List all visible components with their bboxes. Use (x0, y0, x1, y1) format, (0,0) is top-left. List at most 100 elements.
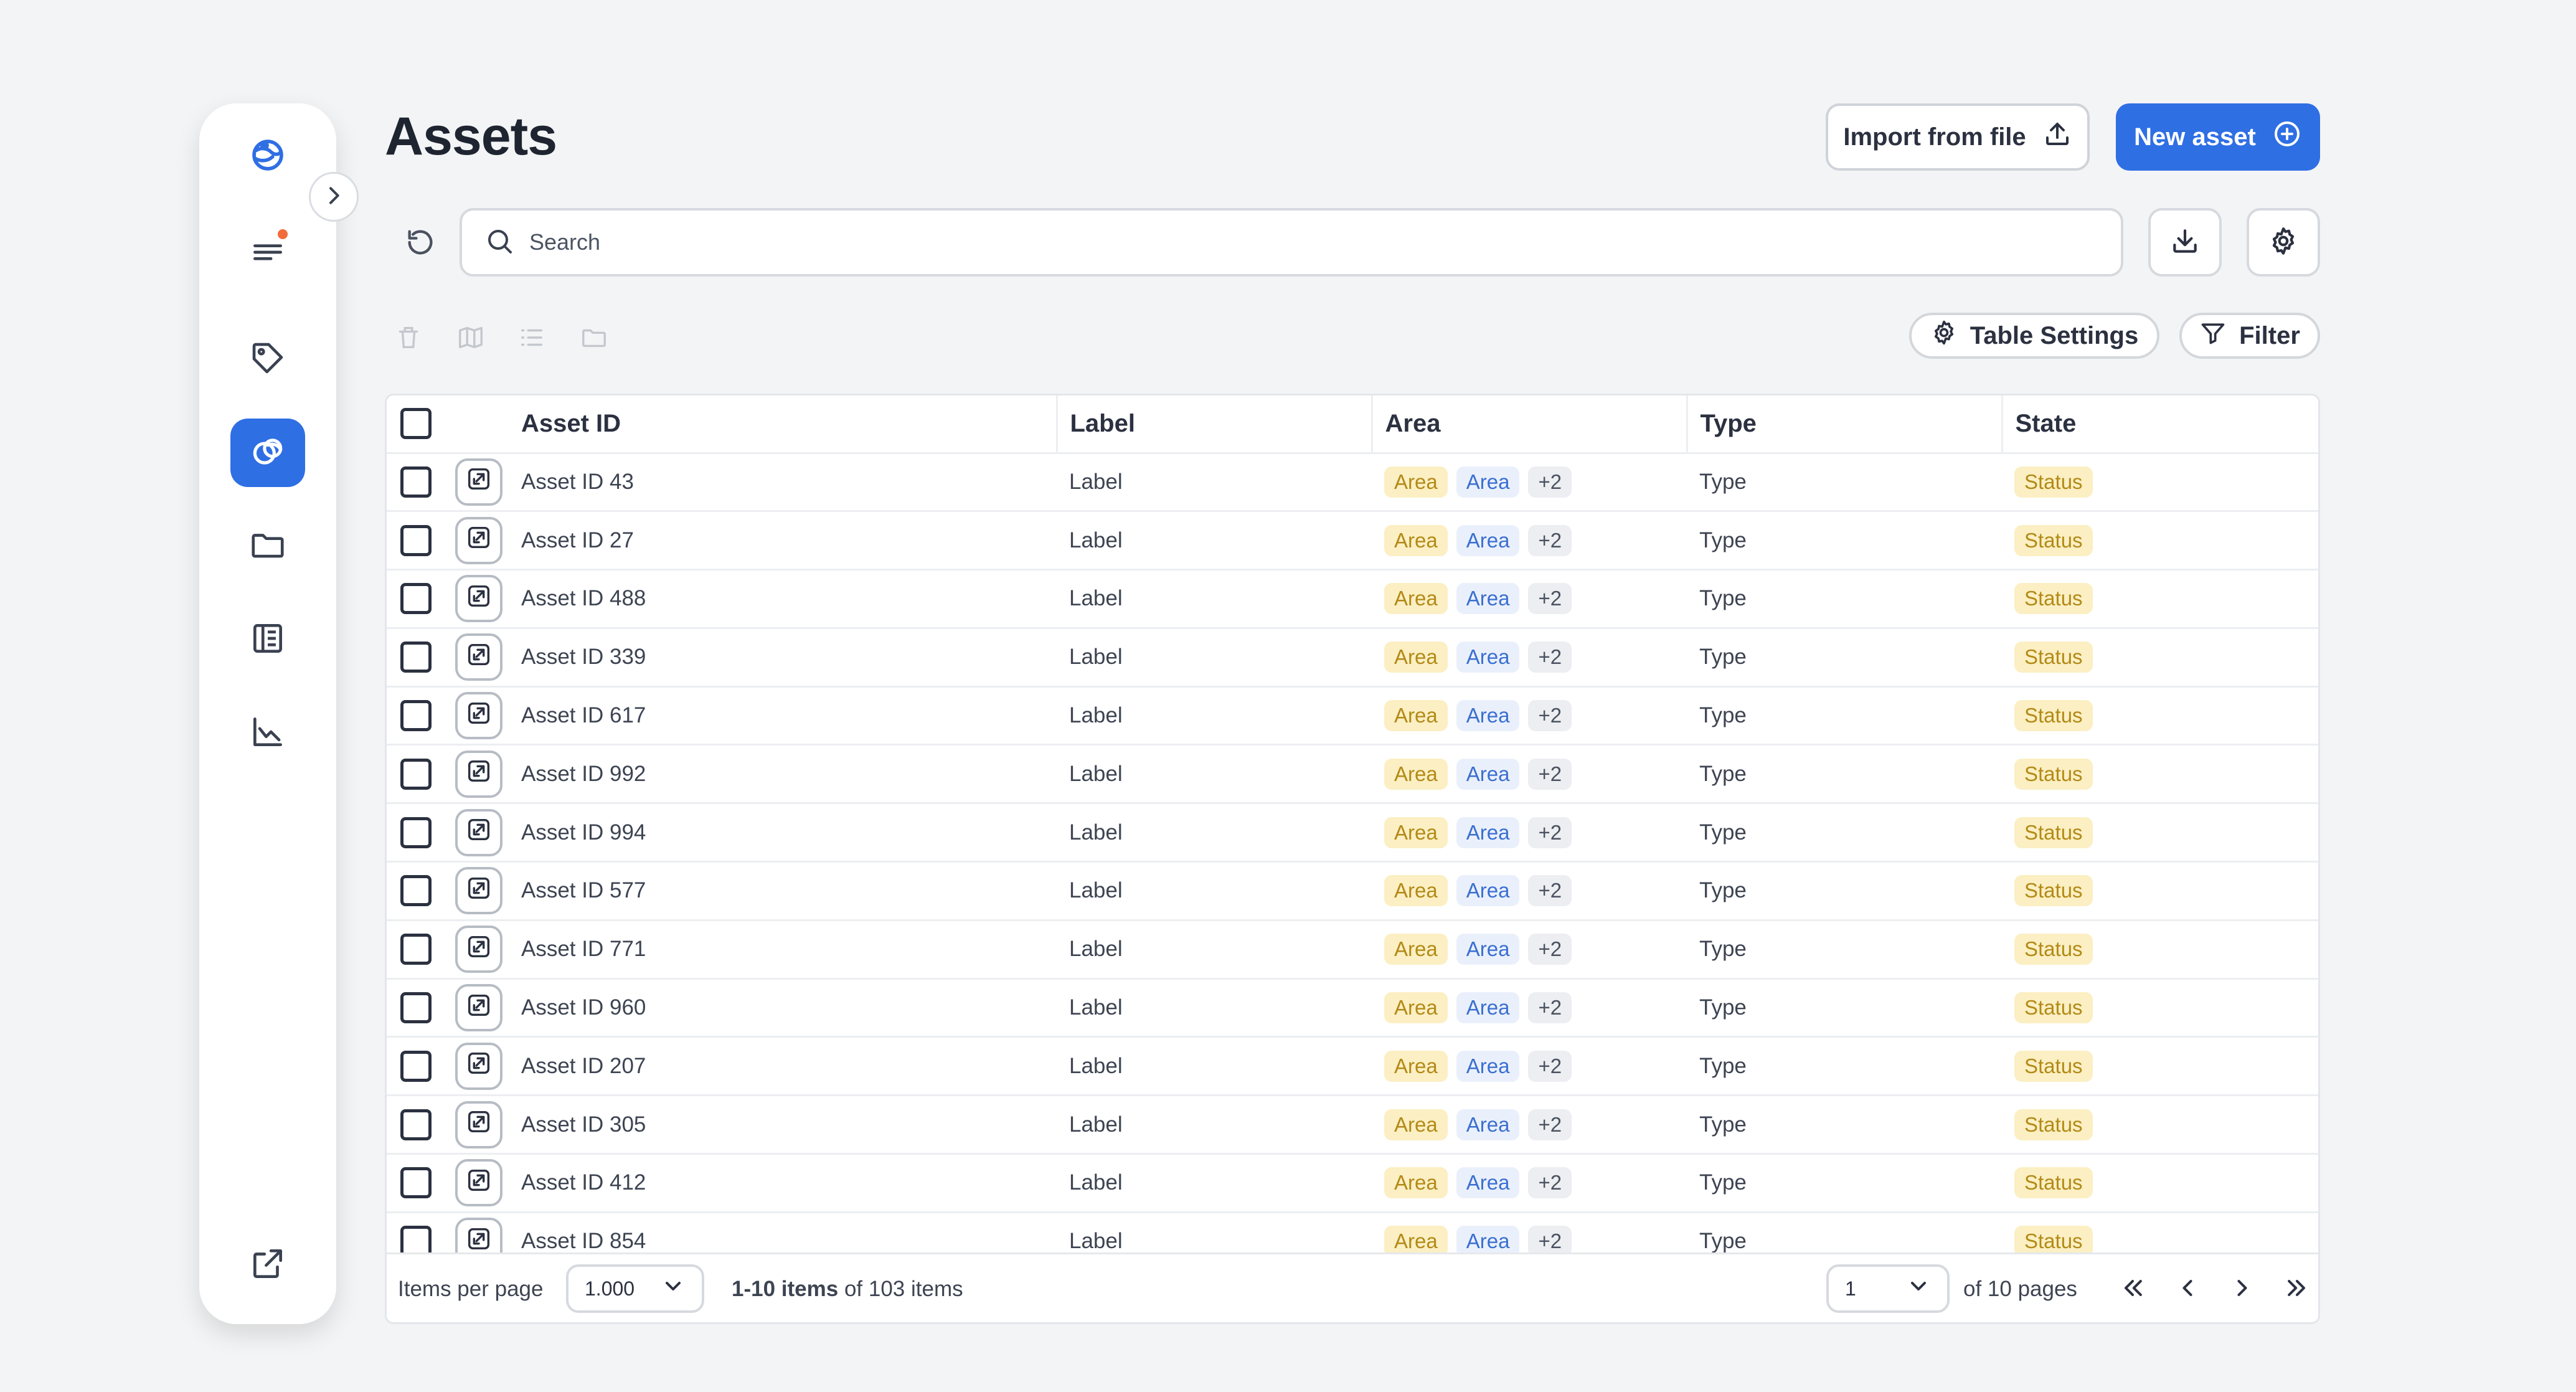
more-areas-badge[interactable]: +2 (1528, 875, 1572, 907)
more-areas-badge[interactable]: +2 (1528, 817, 1572, 848)
row-checkbox[interactable] (400, 583, 432, 615)
more-areas-badge[interactable]: +2 (1528, 466, 1572, 498)
table-row[interactable]: Asset ID 305 Label Area Area +2 Type Status (387, 1095, 2318, 1155)
table-row[interactable]: Asset ID 994 Label Area Area +2 Type Status (387, 803, 2318, 863)
more-areas-badge[interactable]: +2 (1528, 700, 1572, 732)
sidebar-expand-button[interactable] (309, 172, 359, 222)
search-input[interactable] (529, 229, 2024, 255)
more-areas-badge[interactable]: +2 (1528, 1167, 1572, 1199)
row-checkbox[interactable] (400, 1167, 432, 1199)
row-checkbox[interactable] (400, 466, 432, 498)
open-asset-button[interactable] (455, 1042, 502, 1090)
open-asset-button[interactable] (455, 984, 502, 1032)
row-checkbox[interactable] (400, 700, 432, 732)
more-areas-badge[interactable]: +2 (1528, 1109, 1572, 1140)
table-row[interactable]: Asset ID 488 Label Area Area +2 Type Status (387, 569, 2318, 629)
more-areas-badge[interactable]: +2 (1528, 934, 1572, 965)
table-row[interactable]: Asset ID 577 Label Area Area +2 Type Status (387, 861, 2318, 921)
open-asset-button[interactable] (455, 633, 502, 681)
page-select[interactable]: 1 (1826, 1264, 1950, 1313)
bulk-delete-button[interactable] (391, 321, 426, 356)
table-row[interactable]: Asset ID 339 Label Area Area +2 Type Status (387, 628, 2318, 688)
open-asset-button[interactable] (455, 750, 502, 798)
more-areas-badge[interactable]: +2 (1528, 758, 1572, 790)
sidebar-item-analytics[interactable] (230, 699, 305, 767)
import-from-file-button[interactable]: Import from file (1826, 103, 2090, 171)
table-row[interactable]: Asset ID 992 Label Area Area +2 Type Status (387, 744, 2318, 805)
sidebar-item-external[interactable] (230, 1231, 305, 1299)
column-header-area[interactable]: Area (1372, 395, 1688, 454)
download-button[interactable] (2148, 208, 2222, 277)
area-tag: Area (1384, 1109, 1448, 1140)
row-checkbox[interactable] (400, 992, 432, 1024)
area-tag: Area (1456, 1050, 1520, 1082)
row-checkbox[interactable] (400, 875, 432, 907)
next-page-button[interactable] (2222, 1269, 2262, 1309)
open-asset-button[interactable] (455, 926, 502, 973)
previous-page-button[interactable] (2168, 1269, 2207, 1309)
area-cell: Area Area +2 (1372, 861, 1687, 921)
more-areas-badge[interactable]: +2 (1528, 1050, 1572, 1082)
bulk-folder-button[interactable] (577, 321, 611, 356)
trash-icon (394, 323, 423, 355)
open-asset-button[interactable] (455, 516, 502, 564)
sidebar-item-tags[interactable] (230, 325, 305, 394)
state-cell: Status (2002, 1153, 2318, 1213)
sidebar-item-feed[interactable] (230, 219, 305, 288)
settings-button[interactable] (2247, 208, 2320, 277)
table-row[interactable]: Asset ID 771 Label Area Area +2 Type Status (387, 920, 2318, 980)
more-areas-badge[interactable]: +2 (1528, 524, 1572, 556)
sidebar-item-catalog[interactable] (230, 605, 305, 674)
logo-icon (248, 136, 287, 178)
last-page-button[interactable] (2277, 1269, 2317, 1309)
open-in-icon (465, 465, 493, 499)
refresh-button[interactable] (399, 222, 442, 265)
label-cell: Label (1057, 744, 1372, 805)
bulk-map-button[interactable] (453, 321, 488, 356)
row-checkbox[interactable] (400, 817, 432, 848)
new-asset-button[interactable]: New asset (2116, 103, 2320, 171)
first-page-button[interactable] (2113, 1269, 2153, 1309)
more-areas-badge[interactable]: +2 (1528, 583, 1572, 615)
row-open-cell (455, 453, 511, 513)
table-row[interactable]: Asset ID 960 Label Area Area +2 Type Status (387, 978, 2318, 1038)
bulk-list-button[interactable] (514, 321, 549, 356)
sidebar-item-folders[interactable] (230, 512, 305, 580)
row-checkbox[interactable] (400, 758, 432, 790)
row-checkbox[interactable] (400, 642, 432, 673)
row-checkbox[interactable] (400, 1050, 432, 1082)
sidebar (199, 103, 336, 1324)
column-header-label[interactable]: Label (1057, 395, 1373, 454)
open-asset-button[interactable] (455, 1159, 502, 1207)
table-settings-button[interactable]: Table Settings (1909, 313, 2159, 359)
sidebar-logo[interactable] (230, 122, 305, 191)
open-asset-button[interactable] (455, 692, 502, 740)
table-row[interactable]: Asset ID 617 Label Area Area +2 Type Status (387, 686, 2318, 746)
table-row[interactable]: Asset ID 43 Label Area Area +2 Type Status (387, 453, 2318, 513)
open-asset-button[interactable] (455, 575, 502, 623)
table-row[interactable]: Asset ID 207 Label Area Area +2 Type Status (387, 1036, 2318, 1097)
folder-icon (248, 526, 287, 567)
open-asset-button[interactable] (455, 458, 502, 506)
sidebar-item-assets[interactable] (230, 419, 305, 487)
assets-table: Asset ID Label Area Type State Asset ID … (385, 394, 2320, 1324)
open-asset-button[interactable] (455, 1101, 502, 1148)
column-header-asset-id[interactable]: Asset ID (511, 395, 1058, 454)
column-header-state[interactable]: State (2002, 395, 2318, 454)
row-checkbox[interactable] (400, 1109, 432, 1140)
row-checkbox[interactable] (400, 524, 432, 556)
area-tag: Area (1384, 1050, 1448, 1082)
state-cell: Status (2002, 1036, 2318, 1097)
items-per-page-select[interactable]: 1.000 (566, 1264, 704, 1313)
filter-button[interactable]: Filter (2179, 313, 2320, 359)
select-all-checkbox[interactable] (400, 408, 432, 440)
table-row[interactable]: Asset ID 27 Label Area Area +2 Type Status (387, 511, 2318, 571)
more-areas-badge[interactable]: +2 (1528, 992, 1572, 1024)
column-header-type[interactable]: Type (1687, 395, 2003, 454)
open-asset-button[interactable] (455, 808, 502, 856)
table-row[interactable]: Asset ID 412 Label Area Area +2 Type Status (387, 1153, 2318, 1213)
open-asset-button[interactable] (455, 867, 502, 915)
row-checkbox[interactable] (400, 934, 432, 965)
more-areas-badge[interactable]: +2 (1528, 642, 1572, 673)
search-box[interactable] (460, 208, 2123, 277)
